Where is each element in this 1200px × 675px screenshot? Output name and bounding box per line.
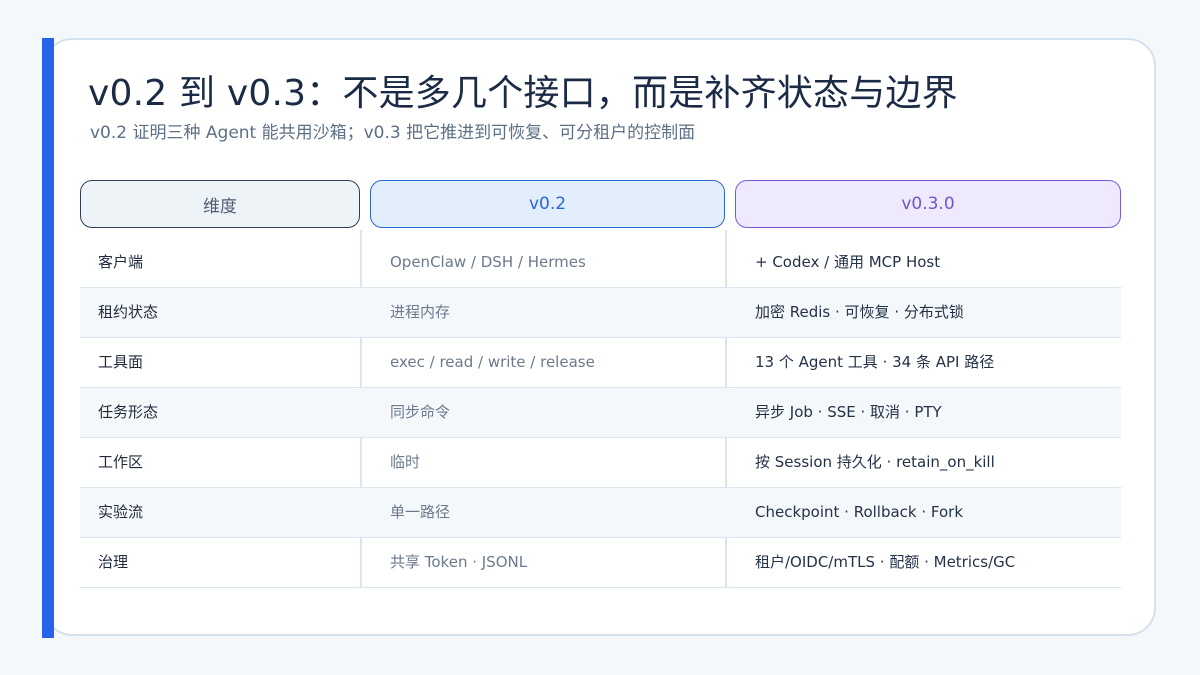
page-title: v0.2 到 v0.3：不是多几个接口，而是补齐状态与边界 [88, 73, 958, 114]
cell-v03: + Codex / 通用 MCP Host [755, 253, 941, 271]
table-row: 工作区 临时 按 Session 持久化 · retain_on_kill [80, 438, 1121, 488]
page-subtitle: v0.2 证明三种 Agent 能共用沙箱；v0.3 把它推进到可恢复、可分租户… [90, 123, 696, 143]
cell-v02: 单一路径 [390, 503, 451, 521]
cell-v02: 进程内存 [390, 303, 451, 321]
header-v03: v0.3.0 [735, 180, 1121, 228]
table-row: 租约状态 进程内存 加密 Redis · 可恢复 · 分布式锁 [80, 288, 1121, 338]
cell-dimension: 工具面 [98, 353, 144, 371]
cell-dimension: 租约状态 [98, 303, 159, 321]
cell-v03: 异步 Job · SSE · 取消 · PTY [755, 403, 942, 421]
cell-dimension: 实验流 [98, 503, 144, 521]
cell-dimension: 工作区 [98, 453, 144, 471]
table-row: 任务形态 同步命令 异步 Job · SSE · 取消 · PTY [80, 388, 1121, 438]
cell-v02: exec / read / write / release [390, 353, 595, 371]
cell-dimension: 治理 [98, 553, 129, 571]
cell-v03: 加密 Redis · 可恢复 · 分布式锁 [755, 303, 964, 321]
cell-v03: 按 Session 持久化 · retain_on_kill [755, 453, 995, 471]
comparison-table: 客户端 OpenClaw / DSH / Hermes + Codex / 通用… [80, 238, 1121, 588]
table-row: 客户端 OpenClaw / DSH / Hermes + Codex / 通用… [80, 238, 1121, 288]
table-row: 治理 共享 Token · JSONL 租户/OIDC/mTLS · 配额 · … [80, 538, 1121, 588]
cell-v03: 13 个 Agent 工具 · 34 条 API 路径 [755, 353, 995, 371]
cell-dimension: 任务形态 [98, 403, 159, 421]
table-row: 工具面 exec / read / write / release 13 个 A… [80, 338, 1121, 388]
cell-v03: 租户/OIDC/mTLS · 配额 · Metrics/GC [755, 553, 1016, 571]
cell-v02: 同步命令 [390, 403, 451, 421]
header-v02: v0.2 [370, 180, 725, 228]
cell-v02: OpenClaw / DSH / Hermes [390, 253, 586, 271]
cell-v03: Checkpoint · Rollback · Fork [755, 503, 964, 521]
header-dimension: 维度 [80, 180, 360, 228]
cell-dimension: 客户端 [98, 253, 144, 271]
accent-bar [42, 38, 54, 638]
cell-v02: 共享 Token · JSONL [390, 553, 528, 571]
cell-v02: 临时 [390, 453, 421, 471]
table-row: 实验流 单一路径 Checkpoint · Rollback · Fork [80, 488, 1121, 538]
